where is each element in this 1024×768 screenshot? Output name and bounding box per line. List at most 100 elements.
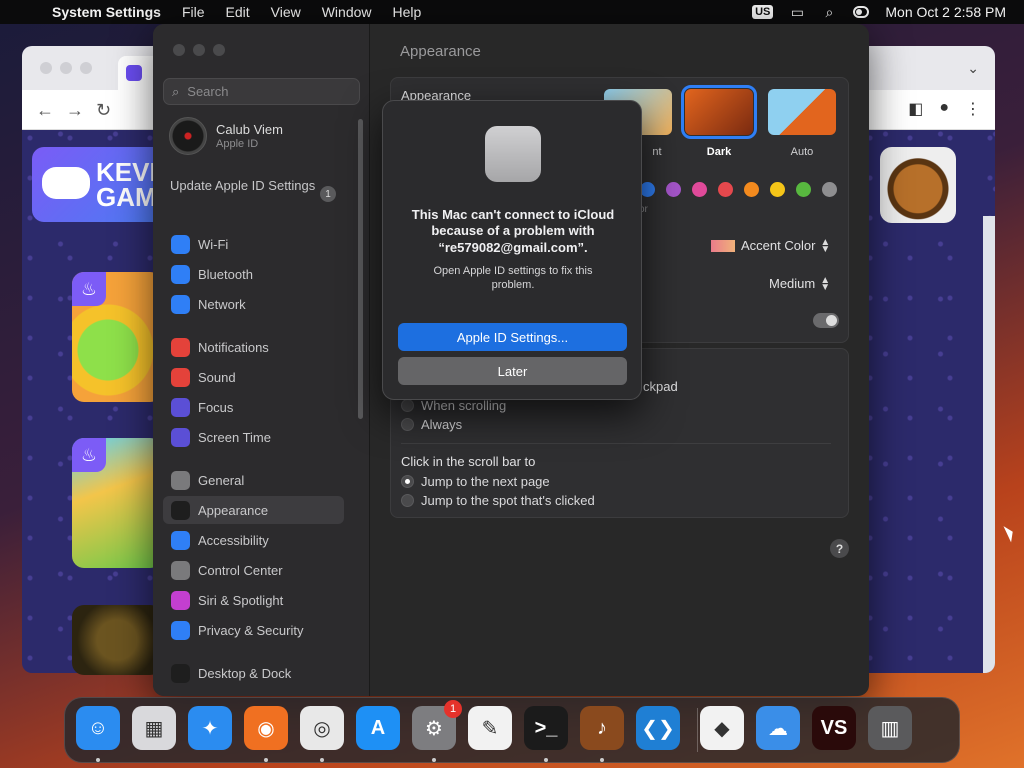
- radio-button[interactable]: [401, 418, 414, 431]
- sidebar-icon[interactable]: ◧: [908, 99, 923, 119]
- finder-icon[interactable]: ☺: [76, 706, 120, 750]
- menu-window[interactable]: Window: [322, 4, 372, 20]
- sidebar-item-siri-spotlight[interactable]: Siri & Spotlight: [163, 586, 344, 614]
- updown-chevron-icon: ▲ ▼: [820, 236, 831, 255]
- accent-color-swatch[interactable]: [692, 182, 707, 197]
- update-apple-id-row[interactable]: Update Apple ID Settings: [170, 178, 340, 194]
- weather-icon[interactable]: ☁: [756, 706, 800, 750]
- firefox-icon[interactable]: ◉: [244, 706, 288, 750]
- window-traffic-lights[interactable]: [173, 44, 225, 56]
- sidebar-item-control-center[interactable]: Control Center: [163, 556, 344, 584]
- sidebar-item-accessibility[interactable]: Accessibility: [163, 526, 344, 554]
- icloud-alert-dialog: This Mac can't connect to iCloud because…: [382, 100, 642, 400]
- spotlight-search-icon[interactable]: ⌕: [821, 4, 837, 20]
- chevron-down-icon[interactable]: ⌄: [967, 60, 979, 77]
- wallpaper-tinting-toggle[interactable]: [813, 313, 839, 328]
- launchpad-icon[interactable]: ▦: [132, 706, 176, 750]
- accent-color-swatch[interactable]: [666, 182, 681, 197]
- siri-icon: [171, 590, 190, 610]
- browser-scrollbar[interactable]: [983, 216, 995, 673]
- hourglass-icon: [171, 427, 190, 447]
- accent-color-swatch[interactable]: [822, 182, 837, 197]
- highlight-color-popup[interactable]: Accent Color ▲ ▼: [711, 236, 831, 255]
- game-card[interactable]: ♨: [72, 438, 162, 568]
- accent-color-swatch[interactable]: [796, 182, 811, 197]
- accent-color-swatch[interactable]: [770, 182, 785, 197]
- radio-jump-spot-clicked[interactable]: Jump to the spot that's clicked: [401, 493, 595, 508]
- theme-auto-thumbnail[interactable]: [768, 89, 836, 135]
- profile-icon[interactable]: ●: [939, 99, 949, 119]
- chrome-icon[interactable]: ◎: [300, 706, 344, 750]
- menu-app-name[interactable]: System Settings: [52, 4, 161, 20]
- system-settings-icon[interactable]: ⚙ 1: [412, 700, 462, 750]
- radio-label: When scrolling: [421, 398, 507, 413]
- menu-view[interactable]: View: [271, 4, 301, 20]
- forward-arrow-icon[interactable]: →: [66, 100, 84, 121]
- app-store-icon[interactable]: A: [356, 706, 400, 750]
- accent-color-swatch[interactable]: [640, 182, 655, 197]
- sidebar-item-notifications[interactable]: Notifications: [163, 333, 344, 361]
- radio-when-scrolling[interactable]: When scrolling: [401, 398, 506, 413]
- sidebar-icon-size-popup[interactable]: Medium ▲ ▼: [769, 275, 830, 292]
- sidebar-item-bluetooth[interactable]: Bluetooth: [163, 260, 344, 288]
- radio-jump-next-page[interactable]: Jump to the next page: [401, 474, 550, 489]
- vs-game-icon[interactable]: VS: [812, 706, 856, 750]
- sidebar-item-screen-time[interactable]: Screen Time: [163, 423, 344, 451]
- radio-button[interactable]: [401, 399, 414, 412]
- apple-id-settings-button[interactable]: Apple ID Settings...: [398, 323, 627, 351]
- game-card[interactable]: ♨: [72, 272, 162, 402]
- sidebar-item-desktop-dock[interactable]: Desktop & Dock: [163, 659, 344, 687]
- notification-badge: 1: [444, 700, 462, 718]
- update-count-badge: 1: [320, 186, 336, 202]
- input-source-indicator[interactable]: US: [752, 5, 774, 19]
- radio-button[interactable]: [401, 475, 414, 488]
- sidebar-item-network[interactable]: Network: [163, 290, 344, 318]
- radio-always[interactable]: Always: [401, 417, 462, 432]
- sidebar-item-label: Siri & Spotlight: [198, 592, 284, 608]
- later-button[interactable]: Later: [398, 357, 627, 385]
- textedit-icon[interactable]: ✎: [468, 706, 512, 750]
- menu-clock[interactable]: Mon Oct 2 2:58 PM: [885, 4, 1006, 20]
- safari-icon[interactable]: ✦: [188, 706, 232, 750]
- apple-id-account[interactable]: Calub Viem Apple ID: [169, 117, 283, 155]
- dock-icon: [171, 663, 190, 683]
- highlight-color-value: Accent Color: [741, 238, 816, 253]
- sidebar-item-wi-fi[interactable]: Wi-Fi: [163, 230, 344, 258]
- theme-dark-thumbnail[interactable]: [681, 85, 757, 139]
- settings-sidebar: ⌕ Search Calub Viem Apple ID Update Appl…: [153, 24, 370, 696]
- menu-file[interactable]: File: [182, 4, 205, 20]
- control-center-icon[interactable]: [853, 6, 870, 18]
- terminal-icon[interactable]: >_: [524, 706, 568, 750]
- more-icon[interactable]: ⋮: [965, 99, 981, 119]
- search-field[interactable]: ⌕ Search: [163, 78, 360, 105]
- theme-dark-caption: Dark: [706, 146, 732, 158]
- radio-label: Jump to the spot that's clicked: [421, 493, 595, 508]
- back-arrow-icon[interactable]: ←: [36, 100, 54, 121]
- reload-icon[interactable]: ↻: [96, 100, 111, 121]
- sidebar-scrollbar[interactable]: [358, 119, 363, 419]
- accent-color-swatch[interactable]: [718, 182, 733, 197]
- guitar-icon[interactable]: ♪: [580, 706, 624, 750]
- visual-studio-icon[interactable]: ◆: [700, 706, 744, 750]
- vscode-icon[interactable]: ❮❯: [636, 706, 680, 750]
- sidebar-item-privacy-security[interactable]: Privacy & Security: [163, 616, 344, 644]
- alert-message: Open Apple ID settings to fix this probl…: [433, 265, 593, 292]
- sidebar-item-label: Sound: [198, 369, 236, 385]
- sidebar-item-focus[interactable]: Focus: [163, 393, 344, 421]
- help-button[interactable]: ?: [830, 539, 849, 558]
- accent-color-swatch[interactable]: [744, 182, 759, 197]
- mouse-pointer-icon: [1003, 523, 1017, 543]
- game-card[interactable]: [72, 605, 162, 675]
- sidebar-item-appearance[interactable]: Appearance: [163, 496, 344, 524]
- trash-icon[interactable]: ▥: [868, 706, 912, 750]
- game-card[interactable]: [880, 147, 956, 223]
- menu-edit[interactable]: Edit: [226, 4, 250, 20]
- screen-mirroring-icon[interactable]: ▭: [789, 4, 805, 20]
- search-icon: ⌕: [172, 83, 180, 99]
- sidebar-icon-size-value: Medium: [769, 276, 816, 291]
- game-site-logo[interactable]: KEVI GAME: [32, 147, 174, 222]
- sidebar-item-general[interactable]: General: [163, 466, 344, 494]
- sidebar-item-sound[interactable]: Sound: [163, 363, 344, 391]
- menu-help[interactable]: Help: [393, 4, 422, 20]
- radio-button[interactable]: [401, 494, 414, 507]
